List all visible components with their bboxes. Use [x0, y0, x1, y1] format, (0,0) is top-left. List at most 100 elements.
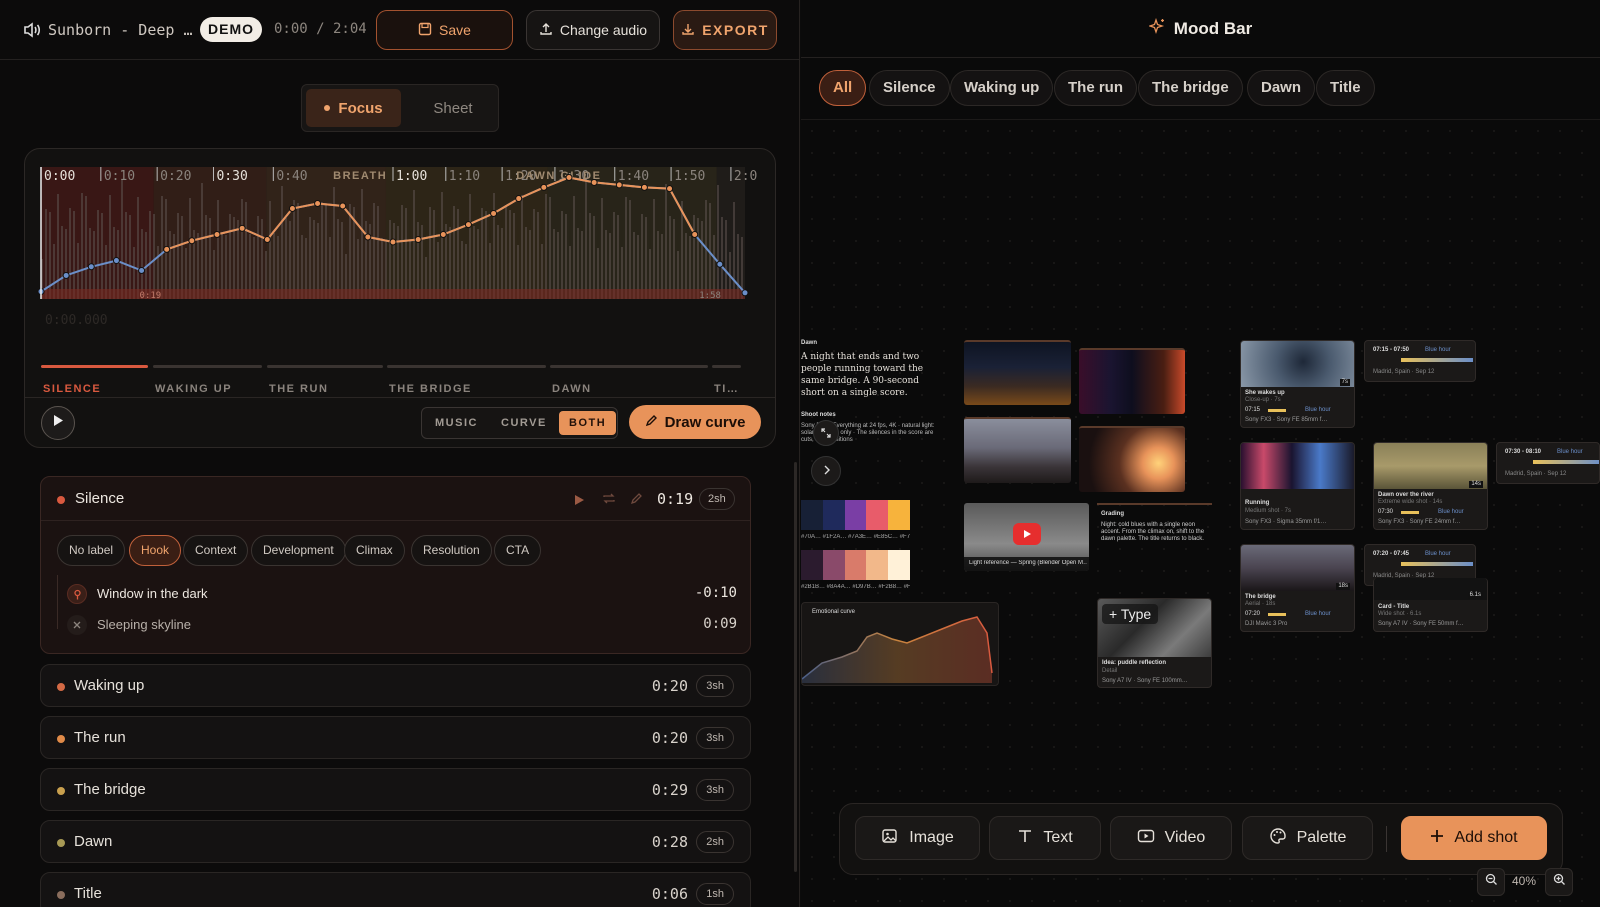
- zoom-out-button[interactable]: [1477, 868, 1505, 896]
- grading-card[interactable]: Grading Night: cold blues with a single …: [1097, 503, 1212, 565]
- curve-point: [263, 235, 271, 243]
- draw-curve-button[interactable]: Draw curve: [629, 405, 761, 439]
- youtube-play-icon[interactable]: [1013, 523, 1041, 545]
- save-button[interactable]: Save: [376, 10, 513, 50]
- filter-the-bridge[interactable]: The bridge: [1138, 70, 1243, 106]
- change-audio-button[interactable]: Change audio: [526, 10, 660, 50]
- loop-icon[interactable]: [602, 492, 616, 510]
- scene-row-the-bridge[interactable]: The bridge 0:29 3sh: [40, 768, 751, 811]
- type-badge[interactable]: + Type: [1102, 604, 1159, 624]
- shot-card-running[interactable]: Running Medium shot · 7s Sony FX3 · Sigm…: [1240, 442, 1355, 530]
- emotional-curve-card[interactable]: Emotional curve: [801, 602, 999, 686]
- scene-play-icon[interactable]: [574, 493, 585, 511]
- scene-card-silence[interactable]: Silence 0:19 2sh No label Hook Context D…: [40, 476, 751, 654]
- zoom-in-button[interactable]: [1545, 868, 1573, 896]
- timeslot-card-1[interactable]: 07:15 - 07:50 Blue hour Madrid, Spain · …: [1364, 340, 1476, 382]
- puddle-card[interactable]: + Type Idea: puddle reflection Detail So…: [1097, 598, 1212, 688]
- label-cta[interactable]: CTA: [494, 535, 542, 566]
- video-card[interactable]: Light reference — Spring (Blender Open M…: [964, 503, 1089, 571]
- add-image-button[interactable]: Image: [855, 816, 980, 860]
- play-button[interactable]: [41, 406, 75, 440]
- image-sunrise-street[interactable]: [1079, 426, 1185, 492]
- next-arrow-button[interactable]: [811, 456, 841, 486]
- label-development[interactable]: Development: [251, 535, 346, 566]
- scene-item-window[interactable]: Window in the dark -0:10: [57, 575, 737, 629]
- shot-card-the-bridge[interactable]: 18s The bridge Aerial · 18s 07:20 Blue h…: [1240, 544, 1355, 632]
- section-label[interactable]: DAWN: [552, 383, 592, 395]
- export-button[interactable]: EXPORT: [673, 10, 777, 50]
- filter-silence[interactable]: Silence: [869, 70, 950, 106]
- filter-dawn[interactable]: Dawn: [1247, 70, 1316, 106]
- timeslot-place: Madrid, Spain · Sep 12: [1505, 471, 1567, 477]
- scene-row-title[interactable]: Title 0:06 1sh: [40, 872, 751, 907]
- section-label[interactable]: THE RUN: [269, 383, 328, 395]
- palette-card-2[interactable]: #2B1B… #8A4A… #D97B… #F2B8… #FFF1…: [801, 550, 910, 596]
- palette-swatches: [801, 500, 910, 530]
- tab-sheet[interactable]: Sheet: [412, 89, 494, 127]
- label-no-label[interactable]: No label: [57, 535, 126, 566]
- waveform-timeline[interactable]: 0:00 0:10 0:20 0:30 0:40 1:00 1:10 1:20 1:30 1:40…: [25, 149, 776, 349]
- section-label[interactable]: WAKING UP: [155, 383, 232, 395]
- mode-toggle: MUSIC CURVE BOTH: [421, 407, 618, 439]
- label-climax[interactable]: Climax: [344, 535, 405, 566]
- label-context[interactable]: Context: [183, 535, 249, 566]
- filter-title[interactable]: Title: [1316, 70, 1375, 106]
- scene-shot-count: 1sh: [696, 883, 734, 905]
- timeslot-card-2[interactable]: 07:30 - 08:10 Blue hour Madrid, Spain · …: [1496, 442, 1600, 484]
- waveform-bar: [585, 181, 587, 299]
- expand-button[interactable]: [813, 420, 839, 446]
- scene-row-waking-up[interactable]: Waking up 0:20 3sh: [40, 664, 751, 707]
- palette-card-1[interactable]: #70A… #1F2A… #7A3E… #E85C… #F7B3…: [801, 500, 910, 546]
- shot-card-she-wakes-up[interactable]: 7s She wakes up Close-up · 7s 07:15 Blue…: [1240, 340, 1355, 428]
- image-neon-street[interactable]: [1079, 348, 1185, 414]
- waveform-bar: [257, 216, 259, 299]
- section-progress-bar[interactable]: [267, 365, 383, 368]
- section-progress-bar[interactable]: [41, 365, 148, 368]
- zoom-level: 40%: [1512, 874, 1537, 888]
- section-progress-bar[interactable]: [550, 365, 708, 368]
- image-bridge-dawn[interactable]: [964, 417, 1071, 483]
- item-time: -0:10: [694, 585, 737, 601]
- section-label[interactable]: SILENCE: [43, 383, 101, 395]
- filter-waking-up[interactable]: Waking up: [950, 70, 1054, 106]
- filter-all[interactable]: All: [819, 70, 867, 106]
- add-video-button[interactable]: Video: [1110, 816, 1232, 860]
- section-label[interactable]: THE BRIDGE: [389, 383, 472, 395]
- tab-focus[interactable]: Focus: [306, 89, 401, 127]
- waveform-bar: [269, 201, 271, 299]
- section-progress-bar[interactable]: [153, 365, 262, 368]
- edit-icon[interactable]: [630, 492, 643, 510]
- waveform-bar: [485, 211, 487, 299]
- shot-card-title[interactable]: 6.1s Card - Title Wide shot · 6.1s Sony …: [1373, 578, 1488, 632]
- waveform-bar: [725, 220, 727, 299]
- board-canvas[interactable]: Dawn A night that ends and two people ru…: [801, 120, 1600, 907]
- filter-the-run[interactable]: The run: [1054, 70, 1137, 106]
- label-hook[interactable]: Hook: [129, 535, 182, 566]
- waveform-bar: [237, 220, 239, 299]
- scene-row-dawn[interactable]: Dawn 0:28 2sh: [40, 820, 751, 863]
- label-resolution[interactable]: Resolution: [411, 535, 492, 566]
- image-city-traffic[interactable]: [964, 340, 1071, 405]
- draw-curve-label: Draw curve: [664, 413, 746, 431]
- shot-card-dawn-river[interactable]: 14s Dawn over the river Extreme wide sho…: [1373, 442, 1488, 530]
- mode-both[interactable]: BOTH: [559, 411, 617, 435]
- scene-dot: [57, 787, 65, 795]
- add-shot-button[interactable]: Add shot: [1401, 816, 1547, 860]
- mode-curve[interactable]: CURVE: [501, 417, 547, 429]
- waveform-bar: [533, 209, 535, 299]
- speaker-icon[interactable]: [22, 20, 42, 40]
- section-progress-bar[interactable]: [387, 365, 546, 368]
- section-progress-bar[interactable]: [712, 365, 741, 368]
- scene-item-skyline[interactable]: Sleeping skyline 0:09: [57, 614, 737, 638]
- add-text-button[interactable]: Text: [989, 816, 1101, 860]
- cut-icon: [67, 615, 87, 635]
- curve-point: [666, 185, 674, 193]
- section-label[interactable]: TI…: [714, 383, 739, 395]
- waveform-bar: [641, 214, 643, 299]
- mode-music[interactable]: MUSIC: [435, 417, 478, 429]
- add-palette-button[interactable]: Palette: [1242, 816, 1373, 860]
- scene-row-the-run[interactable]: The run 0:20 3sh: [40, 716, 751, 759]
- video-icon: [1137, 829, 1155, 848]
- curve-point: [414, 235, 422, 243]
- scrollbar[interactable]: [794, 462, 797, 872]
